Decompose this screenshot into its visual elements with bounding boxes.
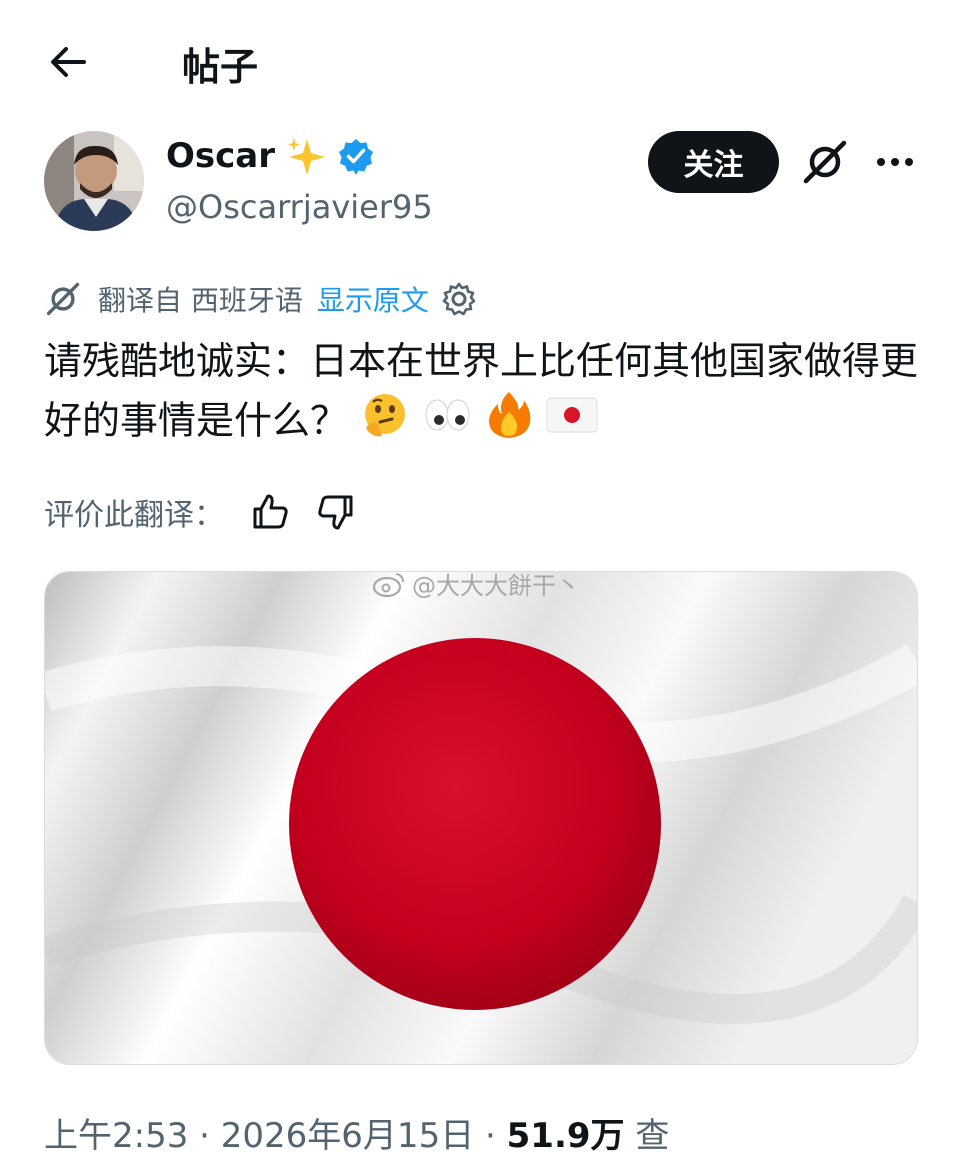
thumbs-up-icon[interactable] bbox=[250, 491, 292, 533]
arrow-left-icon bbox=[51, 47, 86, 77]
post-media-image[interactable] bbox=[44, 571, 918, 1065]
grok-button[interactable] bbox=[800, 137, 850, 187]
watermark: @大大大餅干丶 bbox=[372, 566, 580, 601]
sparkles-icon bbox=[288, 138, 326, 175]
author-handle[interactable]: @Oscarrjavier95 bbox=[166, 188, 433, 226]
back-button[interactable] bbox=[44, 38, 92, 86]
translation-row: 翻译自 西班牙语 显示原文 bbox=[44, 277, 477, 321]
japan-flag-image bbox=[45, 572, 917, 1064]
page-title: 帖子 bbox=[182, 45, 259, 89]
watermark-text: @大大大餅干丶 bbox=[412, 572, 580, 600]
avatar[interactable] bbox=[44, 131, 144, 231]
rate-translation-row: 评价此翻译： bbox=[44, 490, 356, 534]
thumbs-down-icon[interactable] bbox=[314, 491, 356, 533]
follow-button[interactable]: 关注 bbox=[648, 131, 779, 193]
japan-flag-emoji bbox=[546, 394, 598, 452]
view-label: 查 bbox=[624, 1116, 670, 1156]
more-icon bbox=[877, 158, 913, 166]
verified-badge-icon bbox=[339, 139, 374, 175]
thinking-face-emoji bbox=[360, 390, 410, 456]
post-meta: 上午2:53 · 2026年6月15日 · 51.9万 查 bbox=[44, 1108, 669, 1157]
more-button[interactable] bbox=[870, 140, 920, 184]
view-count: 51.9万 bbox=[506, 1116, 625, 1156]
post-timestamp[interactable]: 上午2:53 · 2026年6月15日 · bbox=[44, 1116, 507, 1156]
grok-icon bbox=[46, 282, 80, 316]
fire-emoji bbox=[484, 390, 534, 456]
gear-icon[interactable] bbox=[441, 281, 477, 317]
post-text: 请残酷地诚实：日本在世界上比任何其他国家做得更好的事情是什么？ bbox=[44, 339, 919, 443]
rate-translation-label: 评价此翻译： bbox=[44, 498, 224, 533]
show-original-link[interactable]: 显示原文 bbox=[317, 279, 429, 319]
weibo-icon bbox=[372, 572, 404, 597]
eyes-emoji bbox=[422, 390, 472, 456]
post-text-block: 请残酷地诚实：日本在世界上比任何其他国家做得更好的事情是什么？ bbox=[44, 332, 924, 456]
translation-source-label: 翻译自 西班牙语 bbox=[98, 284, 303, 317]
author-name-row[interactable]: Oscar bbox=[166, 135, 375, 177]
grok-icon bbox=[803, 140, 847, 184]
author-name: Oscar bbox=[166, 136, 276, 176]
